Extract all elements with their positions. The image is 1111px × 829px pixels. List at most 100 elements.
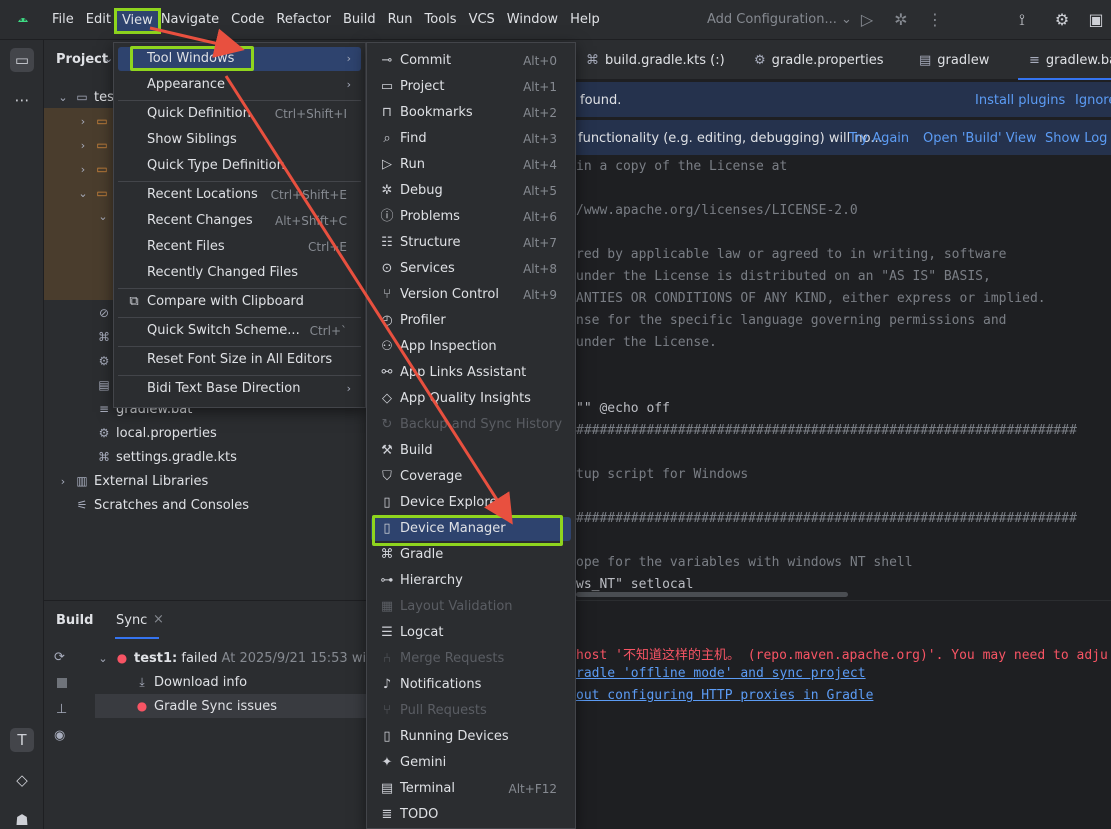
tool-window-build[interactable]: ⚒ Build [371, 439, 571, 463]
plugins-banner-text: found. [580, 93, 622, 108]
menu-help[interactable]: Help [564, 11, 606, 31]
tool-window-hierarchy[interactable]: ⊶ Hierarchy [371, 569, 571, 593]
tool-window-device-explorer[interactable]: ▯ Device Explorer [371, 491, 571, 515]
tool-window-run[interactable]: ▷ Run Alt+4 [371, 153, 571, 177]
run-icon[interactable]: ▷ [857, 10, 877, 30]
tree-row-folder[interactable]: › ▭ [76, 109, 114, 133]
project-panel-title[interactable]: Project [56, 52, 108, 67]
ignore-link[interactable]: Ignore [1075, 93, 1111, 108]
device-icon[interactable]: ▣ [1086, 10, 1106, 30]
tree-row-folder[interactable]: ⌄ ▭ [76, 181, 114, 205]
menu-view[interactable]: View [113, 8, 161, 34]
diamond-icon[interactable]: ◇ [10, 768, 34, 792]
menu-item-quick-type-definition[interactable]: Quick Type Definition [118, 154, 361, 178]
sync-tab[interactable]: Sync [116, 613, 147, 628]
tool-window-logcat[interactable]: ☰ Logcat [371, 621, 571, 645]
more-options-icon[interactable]: ⋮ [925, 10, 945, 30]
stop-icon[interactable] [57, 678, 67, 688]
tree-row-root[interactable]: ⌄ ▭ tes [56, 85, 113, 109]
tree-row-folder[interactable]: › ▭ [76, 157, 114, 181]
menu-item-recent-changes[interactable]: Recent Changes Alt+Shift+C [118, 209, 361, 233]
terminal-file-icon: ▤ [919, 53, 932, 68]
menu-file[interactable]: File [46, 11, 80, 31]
close-icon[interactable]: × [153, 612, 164, 627]
tool-window-running-devices[interactable]: ▯ Running Devices [371, 725, 571, 749]
build-task-row[interactable]: ⌄ ● test1: failed At 2025/9/21 15:53 with … [96, 646, 404, 670]
menu-vcs[interactable]: VCS [463, 11, 501, 31]
refresh-icon[interactable]: ⟳ [54, 650, 65, 665]
tab-gradlew[interactable]: ▤ gradlew [919, 53, 989, 68]
tree-row-folder[interactable]: › ▭ [76, 133, 114, 157]
tool-window-structure[interactable]: ☷ Structure Alt+7 [371, 231, 571, 255]
tool-window-commit[interactable]: ⊸ Commit Alt+0 [371, 49, 571, 73]
menu-navigate[interactable]: Navigate [155, 11, 225, 31]
install-plugins-link[interactable]: Install plugins [975, 93, 1065, 108]
menu-tools[interactable]: Tools [419, 11, 463, 31]
gradle-sync-issues-row[interactable]: ● Gradle Sync issues [95, 694, 366, 718]
tool-window-project[interactable]: ▭ Project Alt+1 [371, 75, 571, 99]
more-icon[interactable]: ⋯ [10, 88, 34, 112]
tool-window-debug[interactable]: ✲ Debug Alt+5 [371, 179, 571, 203]
gemini-strip-icon[interactable]: T [10, 728, 34, 752]
menu-item-recent-locations[interactable]: Recent Locations Ctrl+Shift+E [118, 183, 361, 207]
sync-gradle-icon[interactable]: ⚙ [1052, 10, 1072, 30]
tool-window-terminal[interactable]: ▤ Terminal Alt+F12 [371, 777, 571, 801]
download-info-row[interactable]: ⤓ Download info [134, 670, 247, 694]
menu-window[interactable]: Window [501, 11, 564, 31]
tool-window-bookmarks[interactable]: ⊓ Bookmarks Alt+2 [371, 101, 571, 125]
build-tab[interactable]: Build [56, 613, 93, 628]
tool-window-profiler[interactable]: ◴ Profiler [371, 309, 571, 333]
menu-item-bidi-direction[interactable]: Bidi Text Base Direction › [118, 377, 361, 401]
menu-refactor[interactable]: Refactor [270, 11, 337, 31]
eye-icon[interactable]: ◉ [54, 728, 65, 743]
menu-edit[interactable]: Edit [80, 11, 117, 31]
tool-window-app-quality-insights[interactable]: ◇ App Quality Insights [371, 387, 571, 411]
menu-build[interactable]: Build [337, 11, 382, 31]
tool-window-gemini[interactable]: ✦ Gemini [371, 751, 571, 775]
tree-row-external-libraries[interactable]: › ▥ External Libraries [56, 469, 208, 493]
open-build-view-link[interactable]: Open 'Build' View [923, 131, 1037, 146]
menu-code[interactable]: Code [225, 11, 270, 31]
menu-item-quick-switch-scheme[interactable]: Quick Switch Scheme... Ctrl+` [118, 319, 361, 343]
pin-icon[interactable]: ⊥ [56, 702, 67, 717]
http-proxy-link[interactable]: out configuring HTTP proxies in Gradle [576, 688, 873, 703]
tool-window-coverage[interactable]: ⛉ Coverage [371, 465, 571, 489]
debug-icon[interactable]: ✲ [891, 10, 911, 30]
tool-window-todo[interactable]: ≣ TODO [371, 803, 571, 827]
tool-window-services[interactable]: ⊙ Services Alt+8 [371, 257, 571, 281]
tab-build-gradle[interactable]: ⌘ build.gradle.kts (:) [586, 53, 725, 68]
tool-window-gradle[interactable]: ⌘ Gradle [371, 543, 571, 567]
tab-gradlew-bat[interactable]: ≡ gradlew.ba [1029, 53, 1111, 68]
menu-item-reset-font-size[interactable]: Reset Font Size in All Editors [118, 348, 361, 372]
tab-gradle-properties[interactable]: ⚙ gradle.properties [754, 53, 884, 68]
menu-item-quick-definition[interactable]: Quick Definition Ctrl+Shift+I [118, 102, 361, 126]
chevron-down-icon[interactable]: ⌄ [104, 52, 113, 65]
external-libraries-label: External Libraries [94, 474, 209, 489]
menu-item-appearance[interactable]: Appearance › [118, 73, 361, 97]
menu-item-recent-files[interactable]: Recent Files Ctrl+E [118, 235, 361, 259]
hierarchy-icon: ⊶ [380, 573, 394, 588]
tree-row-folder[interactable]: ⌄ [96, 205, 114, 229]
tool-window-app-links-assistant[interactable]: ⚯ App Links Assistant [371, 361, 571, 385]
try-again-link[interactable]: Try Again [849, 131, 909, 146]
menu-item-show-siblings[interactable]: Show Siblings [118, 128, 361, 152]
menu-run[interactable]: Run [382, 11, 419, 31]
show-log-link[interactable]: Show Log i [1045, 131, 1111, 146]
project-folder-icon[interactable]: ▭ [10, 48, 34, 72]
run-icon: ▷ [382, 157, 392, 172]
tree-row-local-properties[interactable]: ⚙ local.properties [96, 421, 217, 445]
tool-window-app-inspection[interactable]: ⚇ App Inspection [371, 335, 571, 359]
offline-mode-link[interactable]: radle 'offline mode' and sync project [576, 666, 866, 681]
gemini-toolbar-icon[interactable]: ⟟ [1012, 10, 1032, 30]
tool-window-version-control[interactable]: ⑂ Version Control Alt+9 [371, 283, 571, 307]
tool-window-notifications[interactable]: ♪ Notifications [371, 673, 571, 697]
tree-row-settings-gradle[interactable]: ⌘ settings.gradle.kts [96, 445, 237, 469]
horizontal-scrollbar[interactable] [576, 592, 848, 597]
menu-item-compare-clipboard[interactable]: ⧉ Compare with Clipboard [118, 290, 361, 314]
android-cat-icon[interactable]: ☗ [10, 808, 34, 829]
menu-item-recently-changed-files[interactable]: Recently Changed Files [118, 261, 361, 285]
tree-row-scratches[interactable]: ⚟ Scratches and Consoles [56, 493, 249, 517]
tool-window-problems[interactable]: ⓘ Problems Alt+6 [371, 205, 571, 229]
run-configuration-dropdown[interactable]: Add Configuration... ⌄ [707, 12, 852, 27]
tool-window-find[interactable]: ⌕ Find Alt+3 [371, 127, 571, 151]
